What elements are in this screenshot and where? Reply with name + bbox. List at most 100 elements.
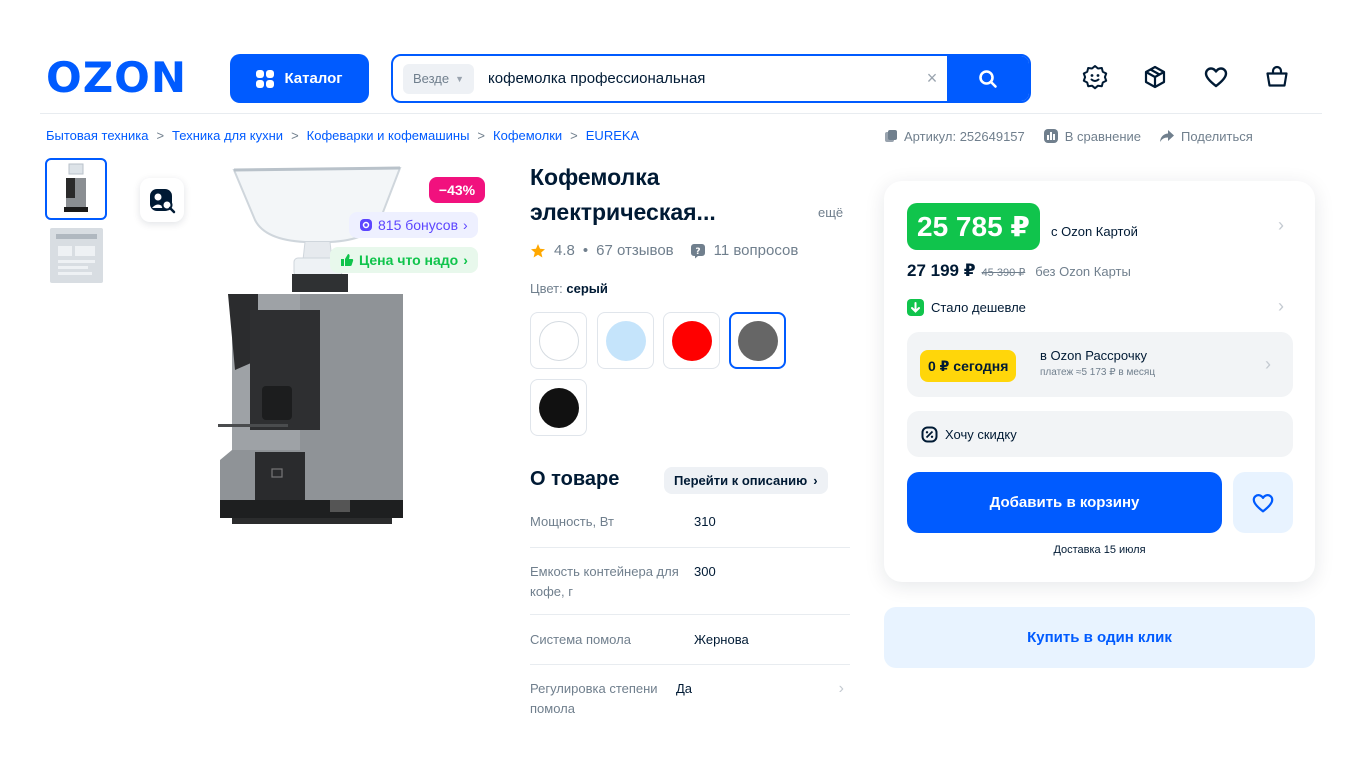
star-icon — [531, 243, 545, 257]
breadcrumb-item[interactable]: Кофеварки и кофемашины — [307, 128, 470, 143]
chevron-right-icon: › — [463, 217, 468, 233]
chevron-right-icon: › — [1265, 354, 1271, 374]
heart-icon[interactable] — [1201, 62, 1231, 92]
visual-search-button[interactable] — [140, 178, 184, 222]
share-link[interactable]: Поделиться — [1159, 129, 1253, 144]
breadcrumb-item[interactable]: EUREKA — [586, 128, 639, 143]
spec-key: Мощность, Вт — [530, 514, 614, 529]
search-button[interactable] — [947, 56, 1029, 101]
color-swatch-gray[interactable] — [729, 312, 786, 369]
bonus-label: 815 бонусов — [378, 217, 459, 233]
good-price-label: Цена что надо — [359, 252, 459, 268]
chevron-right-icon: > — [156, 128, 165, 143]
chevron-right-icon: › — [838, 680, 844, 697]
spec-value: 310 — [694, 514, 716, 529]
spec-divider — [530, 664, 850, 665]
compare-label: В сравнение — [1064, 128, 1141, 144]
product-title: Кофемолка электрическая... — [530, 160, 790, 230]
spec-key: Система помола — [530, 632, 631, 647]
spec-row[interactable]: Регулировка степени помола Да › — [530, 679, 850, 719]
smiley-icon[interactable] — [1080, 62, 1110, 92]
about-title: О товаре — [530, 468, 620, 490]
spec-key: Емкость контейнера для кофе, г — [530, 564, 679, 599]
spec-value: Жернова — [694, 632, 749, 647]
chevron-right-icon[interactable]: › — [1278, 215, 1284, 236]
delivery-date: Доставка 15 июля — [1053, 544, 1146, 556]
box-icon[interactable] — [1140, 62, 1170, 92]
spec-value: Да — [676, 681, 693, 696]
price-drop-link[interactable]: Стало дешевле — [907, 299, 1026, 316]
question-icon: ? — [690, 243, 705, 258]
chevron-right-icon: › — [813, 473, 818, 488]
discount-icon — [921, 426, 938, 442]
chevron-down-icon: ▼ — [455, 73, 465, 84]
article-copy[interactable]: Артикул: 252649157 — [884, 129, 1025, 144]
ozon-logo[interactable]: OZON — [46, 56, 187, 100]
price-drop-label: Стало дешевле — [931, 300, 1026, 315]
no-card-note: без Ozon Карты — [1035, 264, 1131, 279]
search-icon — [979, 69, 997, 88]
color-label-prefix: Цвет: — [530, 281, 563, 296]
catalog-button[interactable]: Каталог — [230, 54, 369, 103]
spec-divider — [530, 614, 850, 615]
color-swatch-light-blue[interactable] — [597, 312, 654, 369]
spec-row: Система помола Жернова — [530, 630, 850, 650]
questions-link[interactable]: 11 вопросов — [714, 242, 799, 259]
card-price: 25 785 ₽ — [907, 203, 1040, 250]
arrow-down-icon — [907, 299, 924, 316]
add-to-cart-button[interactable]: Добавить в корзину — [907, 472, 1222, 533]
color-swatch-white[interactable] — [530, 312, 587, 369]
spec-row: Емкость контейнера для кофе, г 300 — [530, 562, 850, 602]
bonus-badge[interactable]: 815 бонусов › — [349, 212, 478, 238]
goto-description-button[interactable]: Перейти к описанию › — [664, 467, 828, 494]
title-more-link[interactable]: ещё — [818, 205, 843, 220]
card-price-note: с Ozon Картой — [1051, 224, 1138, 239]
breadcrumb-item[interactable]: Техника для кухни — [172, 128, 283, 143]
share-icon — [1160, 130, 1174, 142]
breadcrumb-item[interactable]: Бытовая техника — [46, 128, 148, 143]
swatch-dot — [605, 320, 646, 361]
goto-description-label: Перейти к описанию — [674, 473, 808, 488]
gallery-thumb-1[interactable] — [45, 158, 107, 220]
search-input[interactable]: кофемолка профессиональная — [474, 70, 917, 87]
spec-value: 300 — [694, 564, 716, 579]
breadcrumb-item[interactable]: Кофемолки — [493, 128, 562, 143]
discount-badge: −43% — [429, 177, 485, 203]
catalog-label: Каталог — [284, 70, 343, 87]
product-meta: Артикул: 252649157 В сравнение Поделитьс… — [884, 128, 1253, 144]
search-scope-label: Везде — [413, 71, 450, 86]
clear-search-icon[interactable]: × — [917, 68, 947, 89]
compare-link[interactable]: В сравнение — [1043, 128, 1141, 144]
chevron-right-icon[interactable]: › — [1278, 296, 1284, 317]
base-price-row: 27 199 ₽ 45 390 ₽ без Ozon Карты — [907, 261, 1131, 281]
chevron-right-icon: > — [570, 128, 578, 143]
reviews-link[interactable]: 67 отзывов — [596, 242, 674, 259]
swatch-dot — [538, 320, 579, 361]
color-value: серый — [566, 281, 608, 296]
want-discount-button[interactable]: Хочу скидку — [907, 411, 1293, 457]
installment-tag: 0 ₽ сегодня — [920, 350, 1017, 382]
good-price-badge[interactable]: Цена что надо › — [330, 247, 478, 273]
color-label: Цвет: серый — [530, 281, 608, 296]
bag-icon[interactable] — [1262, 62, 1292, 92]
old-price: 45 390 ₽ — [981, 267, 1026, 279]
chevron-right-icon: > — [291, 128, 299, 143]
favorite-button[interactable] — [1233, 472, 1293, 533]
grid-icon — [256, 69, 275, 88]
color-swatch-red[interactable] — [663, 312, 720, 369]
spec-key: Регулировка степени помола — [530, 681, 658, 716]
spec-divider — [530, 547, 850, 548]
compare-icon — [1043, 129, 1058, 143]
color-swatch-black[interactable] — [530, 379, 587, 436]
buy-one-click-button[interactable]: Купить в один клик — [884, 607, 1315, 668]
swatch-dot — [671, 320, 712, 361]
rating-row: 4.8 • 67 отзывов ? 11 вопросов — [530, 242, 798, 259]
chevron-right-icon: > — [477, 128, 486, 143]
photo-search-icon — [150, 189, 176, 214]
svg-text:?: ? — [695, 247, 700, 257]
search-scope-select[interactable]: Везде ▼ — [403, 63, 475, 94]
product-title-line-2: электрическая... — [530, 199, 716, 225]
bonus-icon — [360, 219, 372, 231]
swatch-dot — [737, 320, 778, 361]
gallery-thumb-2[interactable] — [50, 228, 103, 283]
